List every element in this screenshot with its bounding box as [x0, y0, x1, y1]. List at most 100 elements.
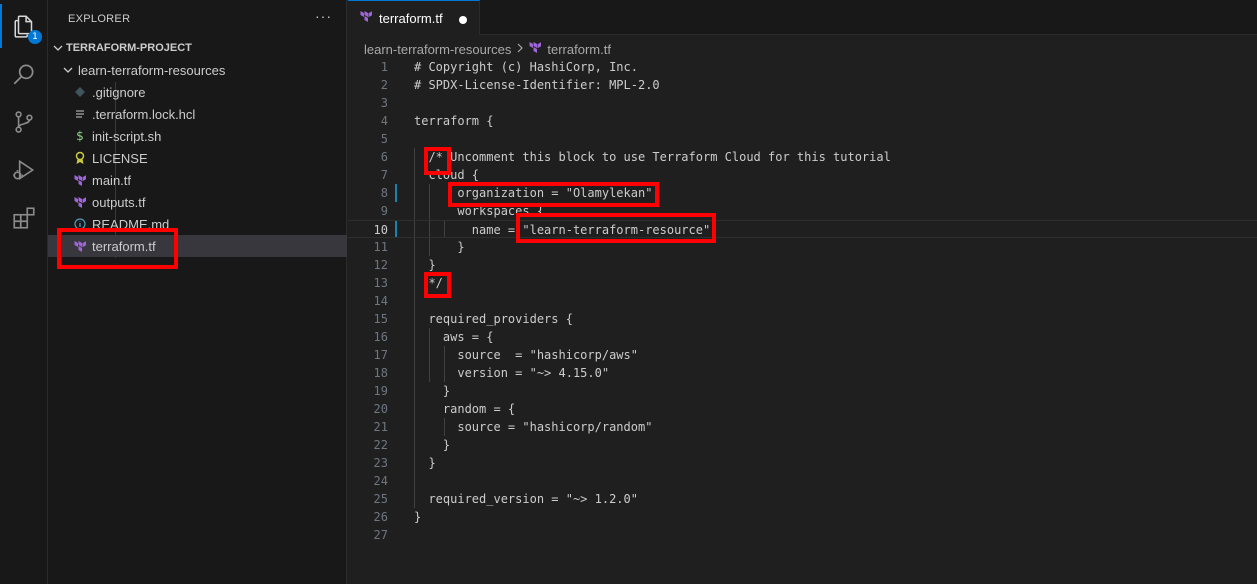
- code-line[interactable]: 26}: [348, 508, 1257, 526]
- code-text: terraform {: [414, 114, 494, 128]
- code-line[interactable]: 18 version = "~> 4.15.0": [348, 364, 1257, 382]
- terraform-icon: [360, 10, 373, 26]
- line-number: 19: [373, 384, 388, 398]
- code-line[interactable]: 15 required_providers {: [348, 310, 1257, 328]
- code-text: source = "hashicorp/random": [414, 420, 653, 434]
- code-line[interactable]: 22 }: [348, 436, 1257, 454]
- code-text: # SPDX-License-Identifier: MPL-2.0: [414, 78, 660, 92]
- file-main-tf[interactable]: main.tf: [48, 169, 347, 191]
- code-line[interactable]: 2 # SPDX-License-Identifier: MPL-2.0: [348, 76, 1257, 94]
- code-line[interactable]: 10 name = "learn-terraform-resource": [348, 220, 1257, 238]
- code-line[interactable]: 27: [348, 526, 1257, 544]
- file-name: init-script.sh: [92, 128, 162, 144]
- annotation-box-terraform-tf: [57, 228, 178, 269]
- shell-dollar-icon: $: [76, 129, 84, 143]
- project-name: TERRAFORM-PROJECT: [66, 42, 192, 54]
- activity-bar: 1: [0, 0, 48, 584]
- search-icon[interactable]: [0, 52, 48, 96]
- code-text: required_version = "~> 1.2.0": [414, 492, 638, 506]
- code-line[interactable]: 13 */: [348, 274, 1257, 292]
- explorer-icon[interactable]: 1: [0, 4, 48, 48]
- code-line[interactable]: 16 aws = {: [348, 328, 1257, 346]
- file-outputs-tf[interactable]: outputs.tf: [48, 191, 347, 213]
- annotation-box-organization: [448, 182, 659, 207]
- chevron-down-icon: [50, 40, 66, 56]
- code-line[interactable]: 19 }: [348, 382, 1257, 400]
- file-name: .terraform.lock.hcl: [92, 106, 196, 122]
- line-number: 14: [373, 294, 388, 308]
- code-text: }: [414, 510, 422, 524]
- code-line[interactable]: 21 source = "hashicorp/random": [348, 418, 1257, 436]
- file-terraform-lock[interactable]: .terraform.lock.hcl: [48, 103, 347, 125]
- line-number: 15: [373, 312, 388, 326]
- chevron-right-icon: [516, 43, 524, 56]
- code-text: aws = {: [414, 330, 494, 344]
- annotation-box-comment-open: [424, 147, 451, 175]
- line-number: 11: [373, 240, 388, 254]
- file-init-script[interactable]: $ init-script.sh: [48, 125, 347, 147]
- code-text: }: [414, 240, 465, 254]
- line-number: 18: [373, 366, 388, 380]
- breadcrumb: learn-terraform-resources terraform.tf: [364, 40, 611, 58]
- line-number: 20: [373, 402, 388, 416]
- code-text: random = {: [414, 402, 516, 416]
- unsaved-dot-icon[interactable]: [459, 16, 467, 24]
- code-line[interactable]: 12 }: [348, 256, 1257, 274]
- code-line[interactable]: 3: [348, 94, 1257, 112]
- line-number: 10: [373, 223, 388, 237]
- line-number: 13: [373, 276, 388, 290]
- code-line[interactable]: 4 terraform {: [348, 112, 1257, 130]
- line-number: 24: [373, 474, 388, 488]
- annotation-box-workspace-name: [516, 213, 716, 243]
- line-number: 2: [380, 78, 388, 92]
- code-text: source = "hashicorp/aws": [414, 348, 638, 362]
- breadcrumb-folder[interactable]: learn-terraform-resources: [364, 42, 511, 57]
- lines-file-icon: [72, 106, 88, 122]
- code-line[interactable]: 25 required_version = "~> 1.2.0": [348, 490, 1257, 508]
- breadcrumb-file[interactable]: terraform.tf: [547, 42, 611, 57]
- code-text: /* Uncomment this block to use Terraform…: [414, 150, 891, 164]
- file-license[interactable]: LICENSE: [48, 147, 347, 169]
- file-name: main.tf: [92, 172, 132, 188]
- line-number: 16: [373, 330, 388, 344]
- line-number: 8: [380, 186, 388, 200]
- explorer-title: EXPLORER: [68, 13, 131, 25]
- line-number: 12: [373, 258, 388, 272]
- code-line[interactable]: 14: [348, 292, 1257, 310]
- code-line[interactable]: 24: [348, 472, 1257, 490]
- more-actions-button[interactable]: ···: [315, 8, 332, 24]
- tab-terraform-tf[interactable]: terraform.tf: [348, 0, 480, 35]
- tab-label: terraform.tf: [379, 10, 443, 26]
- chevron-down-icon: [60, 62, 76, 78]
- project-root[interactable]: TERRAFORM-PROJECT: [48, 37, 347, 59]
- file-gitignore[interactable]: .gitignore: [48, 81, 347, 103]
- line-number: 25: [373, 492, 388, 506]
- line-number: 9: [380, 204, 388, 218]
- terraform-icon: [72, 172, 88, 188]
- code-line[interactable]: 6 /* Uncomment this block to use Terrafo…: [348, 148, 1257, 166]
- folder-name: learn-terraform-resources: [78, 62, 226, 78]
- code-line[interactable]: 23 }: [348, 454, 1257, 472]
- folder-learn-terraform-resources[interactable]: learn-terraform-resources: [48, 59, 347, 81]
- code-line[interactable]: 20 random = {: [348, 400, 1257, 418]
- code-line[interactable]: 1 # Copyright (c) HashiCorp, Inc.: [348, 58, 1257, 76]
- code-editor[interactable]: 1 # Copyright (c) HashiCorp, Inc. 2 # SPDX-…: [348, 58, 1257, 584]
- code-text: required_providers {: [414, 312, 573, 326]
- file-name: LICENSE: [92, 150, 148, 166]
- line-number: 3: [380, 96, 388, 110]
- line-number: 26: [373, 510, 388, 524]
- tab-bar: terraform.tf: [348, 0, 1257, 35]
- code-line[interactable]: 17 source = "hashicorp/aws": [348, 346, 1257, 364]
- code-line[interactable]: 11 }: [348, 238, 1257, 256]
- explorer-sidebar: EXPLORER ··· TERRAFORM-PROJECT learn-ter…: [48, 0, 347, 584]
- code-line[interactable]: 5: [348, 130, 1257, 148]
- line-number: 23: [373, 456, 388, 470]
- line-number: 1: [380, 60, 388, 74]
- line-number: 22: [373, 438, 388, 452]
- run-debug-icon[interactable]: [0, 148, 48, 192]
- file-name: .gitignore: [92, 84, 146, 100]
- line-number: 6: [380, 150, 388, 164]
- source-control-icon[interactable]: [0, 100, 48, 144]
- extensions-icon[interactable]: [0, 196, 48, 240]
- code-text: }: [414, 384, 451, 398]
